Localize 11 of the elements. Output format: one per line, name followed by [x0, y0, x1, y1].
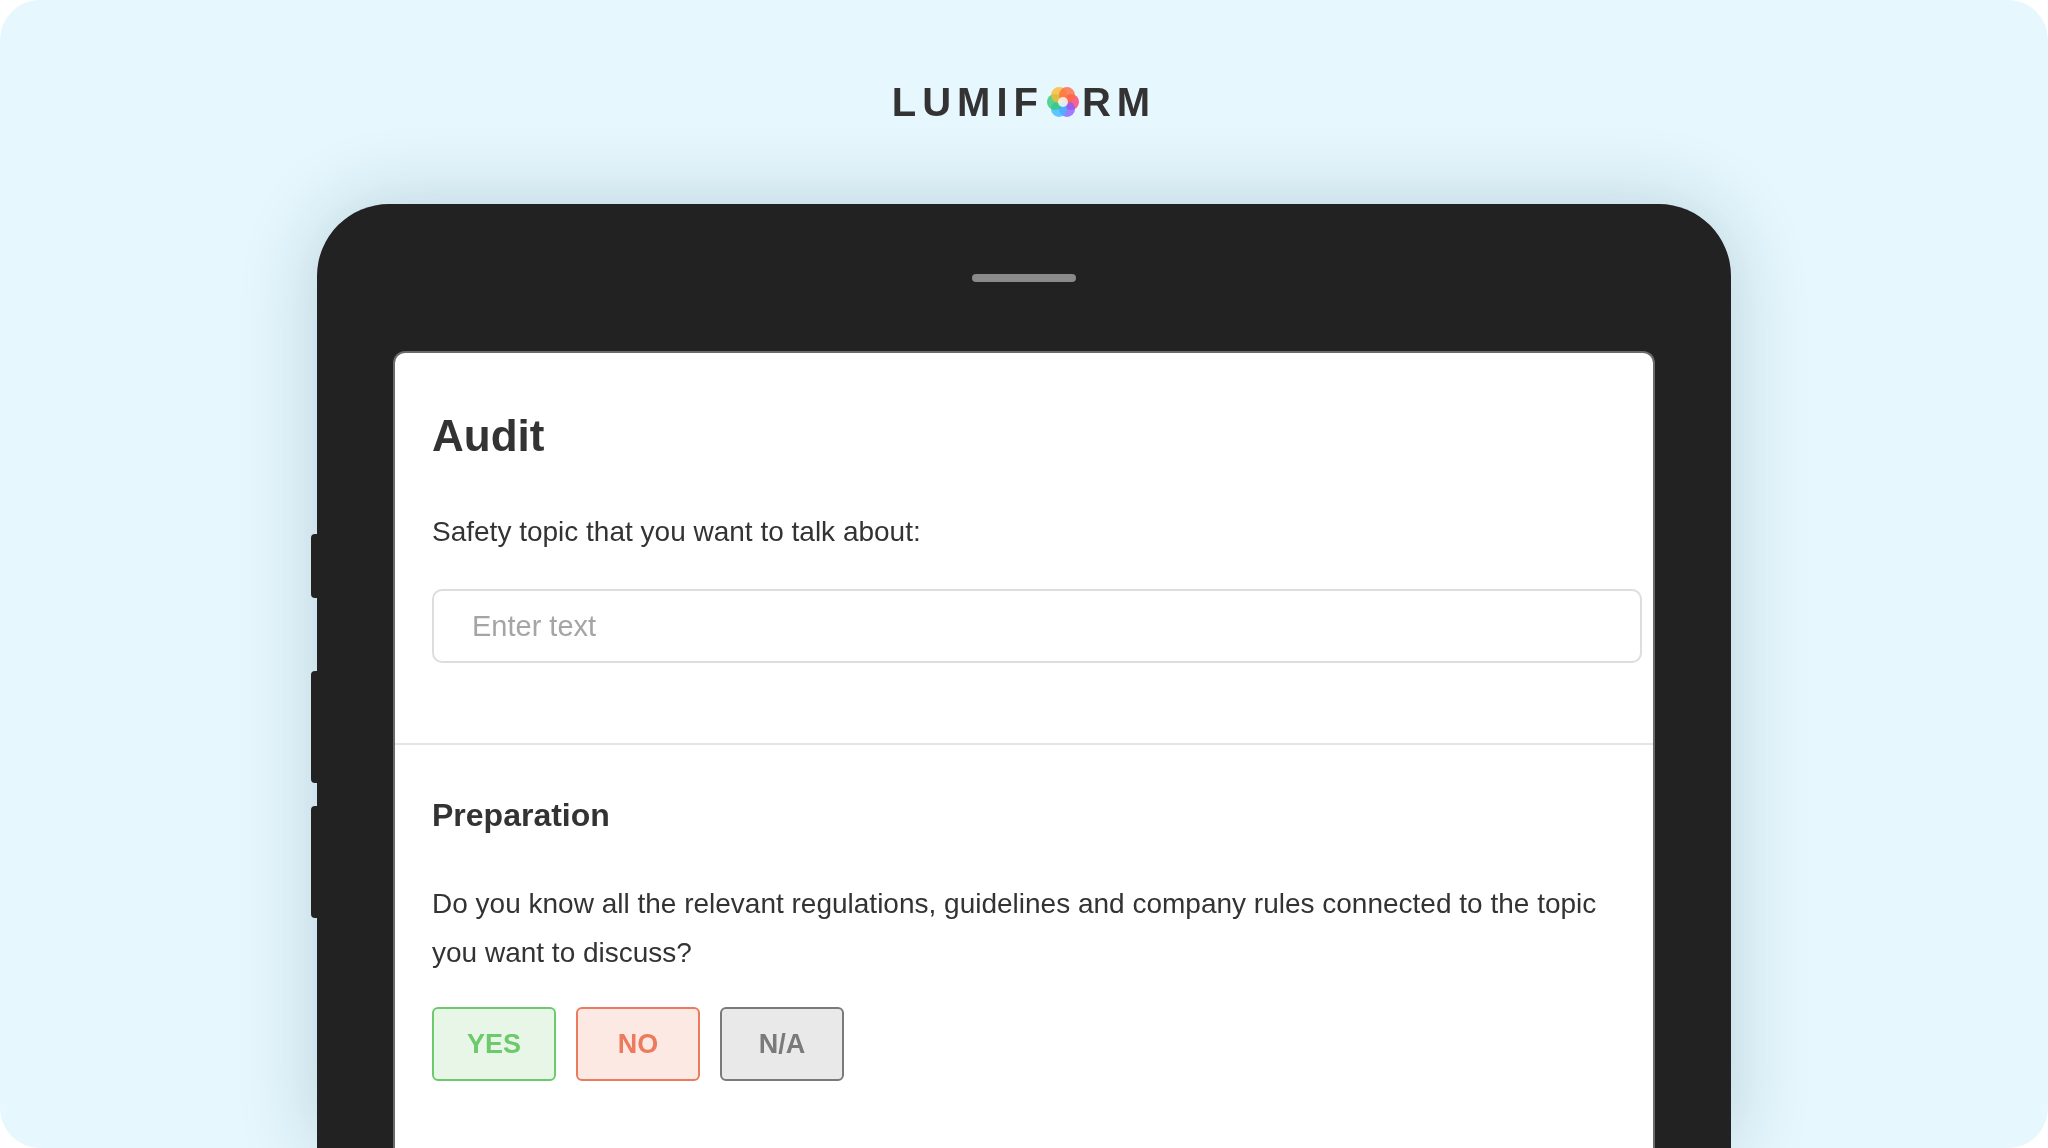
- logo-text: RM: [1082, 79, 1157, 126]
- logo-text: LUMIF: [891, 79, 1044, 126]
- answer-button[interactable]: N/A: [720, 1007, 844, 1081]
- question-text: Do you know all the relevant regulations, guidelines and company rules connected to the topic you want to discuss?: [432, 887, 1598, 970]
- section-title: Preparation: [432, 796, 611, 835]
- form-title: Audit: [432, 410, 546, 462]
- answer-button[interactable]: YES: [432, 1007, 556, 1081]
- answer-button[interactable]: NO: [576, 1007, 700, 1081]
- field-label: Safety topic that you want to talk about:: [432, 515, 922, 549]
- flower-icon: [1046, 85, 1080, 119]
- text-input-field[interactable]: Enter text: [432, 589, 1642, 663]
